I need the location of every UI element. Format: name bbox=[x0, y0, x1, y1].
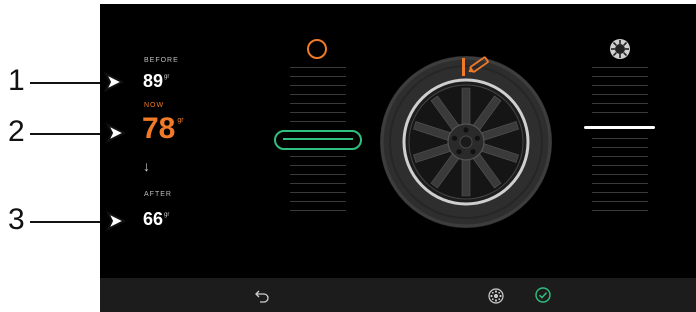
wheel-mode-icon[interactable] bbox=[488, 288, 504, 304]
scale-tick bbox=[290, 85, 346, 86]
scale-tick bbox=[592, 156, 648, 157]
callout-arrowhead-3 bbox=[105, 210, 127, 232]
scale-tick bbox=[290, 183, 346, 184]
scale-tick bbox=[290, 121, 346, 122]
scale-tick bbox=[290, 103, 346, 104]
scale-tick bbox=[592, 174, 648, 175]
scale-tick bbox=[592, 85, 648, 86]
scale-tick bbox=[290, 67, 346, 68]
scale-tick bbox=[592, 165, 648, 166]
scale-tick bbox=[592, 147, 648, 148]
after-unit: gr bbox=[164, 212, 170, 218]
scale-tick bbox=[592, 183, 648, 184]
pencil-icon[interactable] bbox=[456, 52, 496, 82]
before-label: BEFORE bbox=[144, 57, 179, 64]
scale-tick bbox=[290, 192, 346, 193]
scale-tick bbox=[592, 94, 648, 95]
scale-tick bbox=[290, 174, 346, 175]
scale-tick bbox=[290, 210, 346, 211]
back-arrow-icon[interactable] bbox=[254, 287, 270, 303]
scale-tick bbox=[592, 138, 648, 139]
after-label: AFTER bbox=[144, 191, 172, 198]
before-value: 89gr bbox=[143, 71, 169, 92]
ring-icon bbox=[307, 39, 327, 59]
callout-arrowhead-1 bbox=[103, 71, 125, 93]
scale-tick bbox=[592, 76, 648, 77]
now-number: 78 bbox=[142, 112, 176, 145]
scale-tick bbox=[592, 112, 648, 113]
scale-tick bbox=[290, 94, 346, 95]
tire-icon bbox=[610, 39, 630, 59]
down-arrow-icon: ↓ bbox=[143, 158, 150, 174]
after-number: 66 bbox=[143, 209, 164, 229]
scale-selected-position[interactable] bbox=[584, 126, 655, 129]
now-label: NOW bbox=[144, 102, 165, 109]
scale-selected-position[interactable] bbox=[274, 130, 362, 150]
now-unit: gr bbox=[177, 117, 184, 124]
scale-tick bbox=[290, 76, 346, 77]
scale-tick bbox=[592, 201, 648, 202]
after-value: 66gr bbox=[143, 209, 169, 230]
scale-tick bbox=[290, 112, 346, 113]
scale-tick bbox=[592, 210, 648, 211]
callout-arrowhead-2 bbox=[105, 122, 127, 144]
scale-tick bbox=[592, 192, 648, 193]
scale-tick bbox=[290, 201, 346, 202]
check-circle-icon[interactable] bbox=[535, 287, 551, 303]
before-unit: gr bbox=[164, 74, 170, 80]
scale-tick bbox=[290, 165, 346, 166]
scale-tick bbox=[290, 156, 346, 157]
bottom-toolbar bbox=[100, 278, 696, 312]
scale-tick bbox=[592, 67, 648, 68]
before-number: 89 bbox=[143, 71, 164, 91]
now-value: 78 gr bbox=[142, 112, 184, 146]
scale-tick bbox=[592, 103, 648, 104]
